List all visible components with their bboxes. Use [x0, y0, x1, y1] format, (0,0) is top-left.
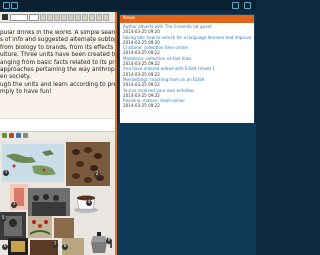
text-line: approaches pertaining the way anthropolo…	[0, 67, 115, 74]
text-line: ulture. Three units have been created to…	[0, 52, 115, 59]
coffee-plant-image	[28, 216, 52, 238]
text-line: ugh the units and learn according to pre…	[0, 81, 115, 88]
notifications-icon[interactable]	[232, 2, 239, 9]
underline-button[interactable]	[54, 14, 60, 21]
home-icon[interactable]	[3, 2, 10, 9]
feed-item: Ana have entered added with Elliott (mad…	[123, 66, 251, 77]
feed-item-date: 2014-03-25 09:22	[123, 103, 160, 109]
editor-blank-area[interactable]	[0, 118, 115, 131]
menu-icon[interactable]	[11, 2, 18, 9]
collage-label: 5	[0, 216, 6, 222]
feed-item: Cristiane: collection time online 2014-0…	[123, 45, 251, 56]
attachment-icon[interactable]	[23, 133, 28, 138]
video-icon[interactable]	[9, 133, 14, 138]
news-feed: Author adverts with The Cresents (at gue…	[120, 23, 254, 109]
top-bar	[0, 0, 256, 10]
collage-label: 4	[86, 200, 92, 206]
text-line: s of info and suggested alternate subtop…	[0, 37, 115, 44]
feed-item: Mel(setting): teaching from on an ELISA …	[123, 77, 251, 88]
editor-text-area[interactable]: pular drinks in the world. A simple sear…	[0, 30, 115, 118]
news-panel: News Author adverts with The Cresents (a…	[119, 14, 255, 124]
audio-icon[interactable]	[16, 133, 21, 138]
vintage-ad-image	[8, 238, 28, 255]
list-button[interactable]	[82, 14, 88, 21]
align-center-button[interactable]	[68, 14, 74, 21]
text-line: en society.	[0, 74, 31, 81]
coffee-beans-image	[66, 142, 110, 186]
news-panel-title: News	[123, 16, 136, 21]
collage-label: 1	[3, 170, 9, 176]
feed-item: taking tab: how to search for a language…	[123, 35, 251, 46]
editor-toolbar	[0, 12, 115, 23]
align-left-button[interactable]	[61, 14, 67, 21]
font-family-select[interactable]	[10, 14, 28, 21]
news-panel-header: News	[120, 15, 254, 23]
text-line: from biology to brands, from its effects…	[0, 44, 115, 51]
text-line: mply to have fun!	[0, 89, 52, 96]
feed-item: Rosalina: mature: team online 2014-03-25…	[123, 98, 251, 109]
map-image	[2, 144, 64, 182]
text-line: pular drinks in the world. A simple sear…	[0, 30, 115, 36]
color-swatch[interactable]	[2, 14, 8, 20]
bold-button[interactable]	[40, 14, 46, 21]
beans-closeup-image	[54, 218, 74, 238]
collage-label: 7	[52, 242, 58, 248]
collage-label: 2	[94, 172, 100, 178]
settings-icon[interactable]	[244, 2, 251, 9]
text-editor-window: pular drinks in the world. A simple sear…	[0, 12, 117, 255]
align-right-button[interactable]	[75, 14, 81, 21]
historic-photo-image	[28, 188, 70, 216]
feed-item: You've received your own enfollow 2014-0…	[123, 88, 251, 99]
italic-button[interactable]	[47, 14, 53, 21]
feed-item: Author adverts with The Cresents (at gue…	[123, 24, 251, 35]
image-icon[interactable]	[2, 133, 7, 138]
font-size-select[interactable]	[29, 14, 39, 21]
image-collage[interactable]: 1 2 3 4 5 6 7 8 9	[0, 140, 115, 255]
collage-label: 9	[106, 238, 112, 244]
empty-panel-area	[117, 123, 256, 255]
table-button[interactable]	[103, 14, 109, 21]
feed-item: Madalena: collection ex-fast links 2014-…	[123, 56, 251, 67]
collage-label: 3	[11, 202, 17, 208]
image-button[interactable]	[96, 14, 102, 21]
link-button[interactable]	[89, 14, 95, 21]
text-line: anging from basic facts related to its p…	[0, 59, 115, 66]
collage-label: 8	[62, 244, 68, 250]
collage-label: 6	[2, 244, 8, 250]
